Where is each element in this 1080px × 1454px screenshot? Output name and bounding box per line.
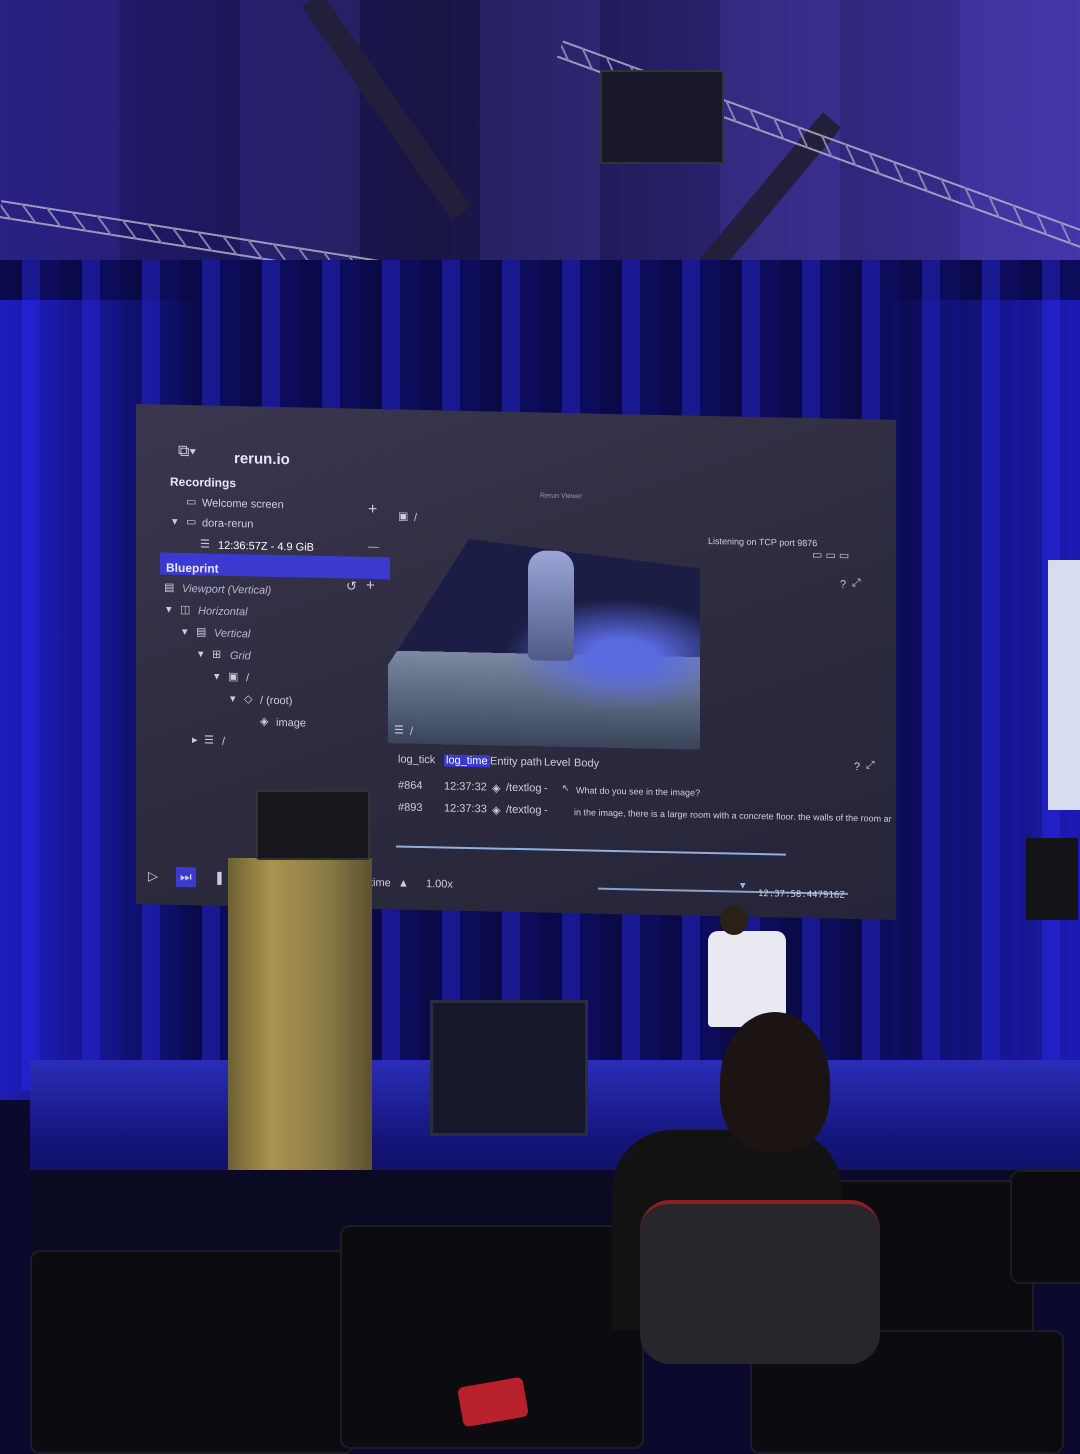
collapse-triangle-icon[interactable]: ▾: [198, 647, 204, 660]
rerun-logo-icon[interactable]: ⧉▾: [178, 443, 196, 461]
step-icon[interactable]: ⏭: [176, 866, 196, 888]
blueprint-horizontal[interactable]: Horizontal: [198, 605, 248, 618]
grid-icon: ⊞: [212, 648, 222, 661]
wooden-podium: [228, 858, 372, 1170]
status-text: Listening on TCP port 9876: [708, 535, 818, 549]
space-view-icon: ▣: [398, 510, 409, 523]
current-time: 12:37:58.447916Z: [758, 889, 845, 901]
horizontal-split-icon: ◫: [180, 603, 191, 617]
add-icon[interactable]: +: [366, 577, 375, 594]
chair: [1010, 1170, 1080, 1284]
entity-icon: ◈: [492, 804, 501, 817]
column-level[interactable]: Level: [544, 757, 570, 770]
blueprint-grid[interactable]: Grid: [230, 650, 251, 662]
playback-speed[interactable]: 1.00x: [426, 878, 453, 891]
textlog-icon: ☰: [204, 734, 214, 747]
row-body: in the image, there is a large room with…: [574, 807, 892, 824]
pa-speaker: [1026, 838, 1078, 920]
collapse-triangle-icon[interactable]: ▾: [166, 603, 172, 616]
column-entity-path[interactable]: Entity path: [490, 755, 542, 768]
help-icon[interactable]: ?: [840, 579, 846, 591]
expand-triangle-icon[interactable]: ▸: [192, 733, 198, 746]
row-time: 12:37:33: [444, 802, 487, 816]
timeline-selector[interactable]: time: [370, 877, 391, 889]
blueprint-vertical[interactable]: Vertical: [214, 628, 250, 641]
row-level: -: [544, 804, 548, 817]
vertical-split-icon: ▤: [196, 626, 207, 639]
column-log-time[interactable]: log_time: [444, 754, 490, 768]
brand-title: rerun.io: [234, 450, 290, 469]
entity-icon: ◈: [260, 715, 269, 728]
entity-icon: ◈: [492, 782, 501, 795]
maximize-icon[interactable]: ⤢: [852, 577, 861, 590]
recording-timestamp[interactable]: 12:36:57Z - 4.9 GiB: [218, 540, 314, 554]
space-view-icon: ▣: [228, 670, 239, 684]
viewport-icon: ▤: [164, 581, 175, 594]
collapse-triangle-icon[interactable]: ▾: [172, 515, 178, 528]
chair: [30, 1250, 354, 1454]
recording-welcome-screen[interactable]: Welcome screen: [202, 497, 284, 511]
presenter-head: [720, 905, 748, 935]
projection-screen: ⧉▾ rerun.io Rerun Viewer Recordings + ▭ …: [136, 404, 896, 920]
side-screen: [1048, 560, 1080, 810]
column-body[interactable]: Body: [574, 757, 599, 770]
collapse-triangle-icon[interactable]: ▾: [230, 692, 236, 705]
database-icon: ☰: [200, 538, 210, 551]
laptop: [256, 790, 370, 860]
stage-monitor: [430, 1000, 588, 1136]
space-view-path: /: [414, 511, 418, 524]
row-tick: #864: [398, 779, 423, 793]
column-log-tick[interactable]: log_tick: [398, 753, 435, 766]
window-icon: ▭: [186, 516, 197, 529]
blueprint-textlog-view[interactable]: /: [222, 736, 225, 748]
jacket: [640, 1200, 880, 1364]
audience-head: [720, 1012, 830, 1152]
image-person: [528, 550, 574, 661]
collapse-triangle-icon[interactable]: ▾: [182, 625, 188, 638]
camera-image: [388, 537, 700, 750]
row-time: 12:37:32: [444, 780, 487, 794]
entity-icon: ◇: [244, 693, 253, 706]
blueprint-space-view[interactable]: /: [246, 672, 249, 684]
recordings-header: Recordings: [170, 474, 237, 491]
row-entity[interactable]: /textlog: [506, 782, 541, 795]
playhead-marker-icon[interactable]: ▾: [740, 879, 746, 892]
recording-dora-rerun[interactable]: dora-rerun: [202, 517, 253, 530]
timeline-track[interactable]: [396, 845, 786, 856]
help-icon[interactable]: ?: [854, 761, 860, 773]
row-level: -: [544, 782, 548, 795]
collapse-triangle-icon[interactable]: ▾: [214, 670, 220, 683]
play-icon[interactable]: ▷: [148, 868, 158, 884]
maximize-icon[interactable]: ⤢: [866, 759, 875, 772]
row-tick: #893: [398, 801, 423, 815]
blueprint-root[interactable]: / (root): [260, 695, 292, 708]
blueprint-image[interactable]: image: [276, 717, 306, 730]
cursor-icon: ↖: [562, 782, 570, 794]
blueprint-header: Blueprint: [166, 560, 219, 576]
panel-toggle-icon[interactable]: ▭ ▭ ▭: [812, 548, 849, 562]
row-body: What do you see in the image?: [576, 785, 701, 798]
projector: [600, 70, 724, 164]
add-recording-button[interactable]: +: [368, 501, 377, 519]
blueprint-viewport[interactable]: Viewport (Vertical): [182, 583, 271, 597]
window-icon: ▭: [186, 496, 197, 509]
chevron-up-icon[interactable]: ▲: [398, 877, 409, 889]
textlog-icon: ☰: [394, 724, 404, 737]
remove-recording-button[interactable]: —: [368, 541, 379, 553]
window-title: Rerun Viewer: [540, 492, 583, 501]
reset-icon[interactable]: ↺: [346, 578, 357, 594]
textlog-path: /: [410, 725, 414, 738]
row-entity[interactable]: /textlog: [506, 804, 541, 817]
